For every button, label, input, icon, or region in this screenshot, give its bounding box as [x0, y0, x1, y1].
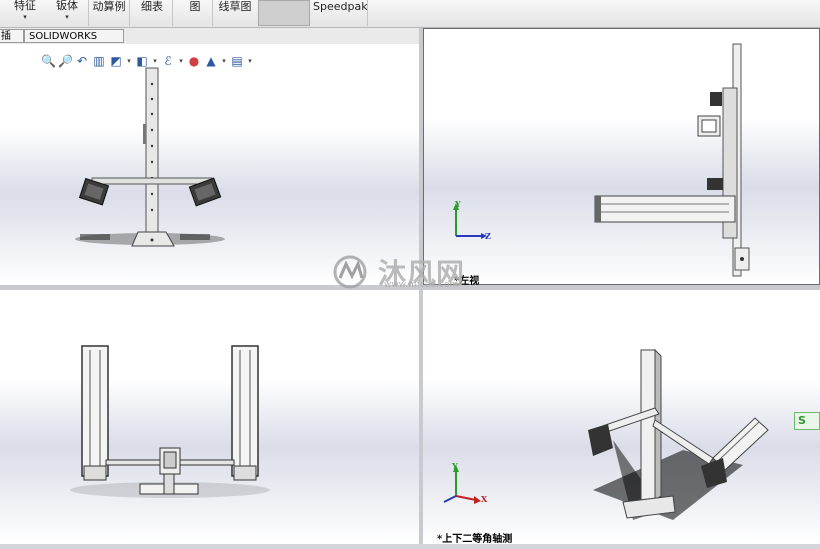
ribbon-item-bom[interactable]: 细表 — [134, 0, 170, 26]
ribbon-separator — [172, 0, 173, 26]
ribbon-label: Speedpak — [313, 0, 368, 13]
axis-z-label: Z — [485, 231, 491, 241]
ribbon-item-drawing[interactable]: 图 — [180, 0, 210, 26]
top-view-model[interactable] — [0, 290, 419, 544]
axis-y-label: Y — [452, 461, 458, 471]
ribbon-label: 特征 — [14, 0, 36, 12]
status-strip — [0, 544, 820, 549]
ribbon-separator — [367, 0, 368, 26]
ribbon-label: 钣体 — [56, 0, 78, 12]
triad-isometric-view — [443, 465, 481, 504]
solidworks-window: 特征 ▾ 钣体 ▾ 动算例 细表 图 线草图 Speedpak 插件 SOLI — [0, 0, 820, 549]
axis-x-label: X — [481, 494, 488, 504]
command-ribbon: 特征 ▾ 钣体 ▾ 动算例 细表 图 线草图 Speedpak — [0, 0, 820, 28]
command-tabs: 插件 SOLIDWORKS MBD — [0, 28, 420, 56]
watermark-logo-icon — [333, 255, 367, 289]
ribbon-label: 线草图 — [218, 0, 252, 13]
ribbon-blank-button[interactable] — [258, 0, 310, 26]
side-badge[interactable]: S — [794, 412, 820, 430]
watermark-url: www.mfcad.com — [384, 280, 459, 290]
ribbon-label: 细表 — [141, 0, 163, 13]
view-label-isometric: *上下二等角轴测 — [437, 534, 513, 545]
ribbon-label: 图 — [189, 0, 201, 13]
ribbon-item-sheetmetal[interactable]: 钣体 ▾ — [48, 0, 86, 26]
ribbon-separator — [88, 0, 89, 26]
watermark: 沐风网 www.mfcad.com — [330, 252, 490, 292]
axis-y-label: Y — [455, 199, 461, 209]
chevron-down-icon[interactable]: ▾ — [6, 12, 44, 22]
ribbon-item-sketch[interactable]: 线草图 — [214, 0, 256, 26]
ribbon-item-motion-study[interactable]: 动算例 — [90, 0, 128, 26]
ribbon-separator — [212, 0, 213, 26]
ribbon-item-feature[interactable]: 特征 ▾ — [6, 0, 44, 26]
left-view-model[interactable] — [423, 28, 820, 285]
ribbon-separator — [129, 0, 130, 26]
ribbon-label: 动算例 — [92, 0, 126, 13]
chevron-down-icon[interactable]: ▾ — [48, 12, 86, 22]
front-view-model[interactable] — [0, 44, 419, 285]
ribbon-item-speedpak[interactable]: Speedpak — [313, 0, 368, 26]
tab-solidworks-mbd[interactable]: SOLIDWORKS MBD — [24, 29, 124, 56]
tab-addins[interactable]: 插件 — [0, 29, 24, 56]
